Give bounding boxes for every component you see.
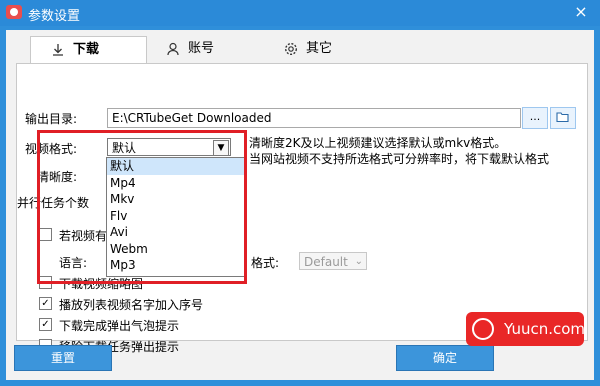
subtitle-checkbox[interactable]	[39, 228, 52, 241]
download-icon	[53, 44, 63, 56]
gear-icon	[284, 42, 298, 56]
tab-bar: 下载 账号 其它	[16, 36, 586, 64]
video-format-label: 视频格式:	[25, 142, 78, 156]
video-format-dropdown: 默认 Mp4 Mkv Flv Avi Webm Mp3	[106, 157, 245, 277]
chevron-down-icon: ⌄	[354, 256, 363, 267]
format-option-default[interactable]: 默认	[107, 158, 244, 175]
format-hint-2: 当网站视频不支持所选格式可分辨率时，将下载默认格式	[249, 152, 550, 166]
language-label: 语言:	[59, 256, 88, 270]
tab-account-label: 账号	[188, 41, 215, 56]
subtitle-format-select[interactable]: Default ⌄	[299, 252, 367, 270]
folder-icon	[556, 112, 569, 123]
tab-other[interactable]: 其它	[284, 36, 332, 62]
playlist-index-checkbox[interactable]: ✓	[39, 297, 52, 310]
chevron-down-icon[interactable]: ▼	[213, 140, 229, 156]
ok-button[interactable]: 确定	[396, 345, 494, 371]
reset-button[interactable]: 重置	[14, 345, 112, 371]
playlist-index-label: 播放列表视频名字加入序号	[59, 298, 204, 312]
watermark-badge: Yuucn.com	[466, 312, 586, 346]
quality-label: 清晰度:	[37, 170, 78, 184]
tab-download-label: 下载	[73, 42, 100, 57]
browse-button[interactable]: ...	[522, 107, 548, 129]
format-option-webm[interactable]: Webm	[107, 241, 244, 258]
format-option-mp3[interactable]: Mp3	[107, 257, 244, 274]
format-option-mkv[interactable]: Mkv	[107, 191, 244, 208]
output-dir-label: 输出目录:	[25, 112, 78, 126]
tab-account[interactable]: 账号	[166, 36, 214, 62]
title-bar[interactable]: 参数设置 ×	[0, 0, 600, 26]
settings-window: 参数设置 × 下载 账号 其它 输出目录: E:\CRTubeGet Downl…	[0, 0, 600, 386]
open-folder-button[interactable]	[550, 107, 576, 129]
watermark-logo-icon	[472, 318, 494, 340]
window-title: 参数设置	[28, 9, 81, 24]
watermark-text: Yuucn.com	[504, 320, 586, 338]
balloon-tip-checkbox[interactable]: ✓	[39, 318, 52, 331]
subtitle-format-value: Default	[304, 255, 348, 269]
video-format-select[interactable]: 默认 ▼	[107, 138, 231, 156]
balloon-tip-label: 下载完成弹出气泡提示	[59, 319, 180, 333]
thumbnail-checkbox[interactable]	[39, 276, 52, 289]
close-button[interactable]: ×	[568, 1, 594, 23]
video-format-value: 默认	[112, 141, 137, 155]
user-icon	[167, 42, 179, 56]
format-hint-1: 清晰度2K及以上视频建议选择默认或mkv格式。	[249, 136, 507, 150]
subtitle-format-label: 格式:	[251, 256, 280, 270]
output-dir-input[interactable]: E:\CRTubeGet Downloaded	[107, 108, 521, 128]
download-panel: 输出目录: E:\CRTubeGet Downloaded ... 视频格式: …	[16, 63, 588, 354]
format-option-flv[interactable]: Flv	[107, 208, 244, 225]
tab-other-label: 其它	[306, 41, 333, 56]
parallel-tasks-label: 并行任务个数	[17, 196, 90, 210]
format-option-avi[interactable]: Avi	[107, 224, 244, 241]
thumbnail-label: 下载视频缩略图	[59, 277, 144, 291]
app-icon	[6, 5, 22, 19]
tab-download[interactable]: 下载	[30, 36, 147, 63]
format-option-mp4[interactable]: Mp4	[107, 175, 244, 192]
